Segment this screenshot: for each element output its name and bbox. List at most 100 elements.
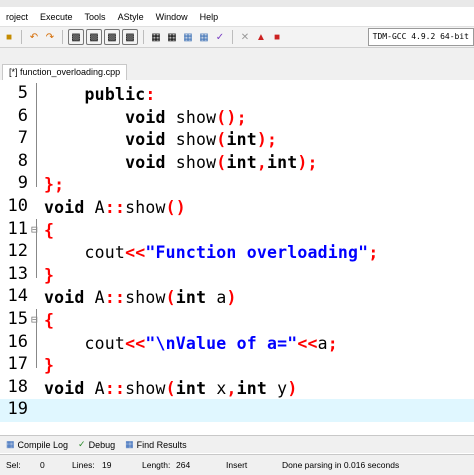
- code-token: show: [165, 130, 217, 150]
- code-text: void show(int);: [44, 130, 277, 149]
- tab-compile-log[interactable]: ▦ Compile Log: [6, 439, 68, 450]
- debug-icon[interactable]: ■: [270, 30, 284, 44]
- code-line[interactable]: 15 ⊟{: [0, 309, 474, 332]
- code-line[interactable]: 18 void A::show(int x,int y): [0, 377, 474, 400]
- bottom-panel-tabs: ▦ Compile Log ✓ Debug ▦ Find Results: [0, 435, 474, 453]
- code-line[interactable]: 6 void show();: [0, 106, 474, 129]
- compiler-select[interactable]: TDM-GCC 4.9.2 64-bit: [367, 28, 474, 46]
- tab-debug[interactable]: ✓ Debug: [78, 439, 115, 450]
- code-token: void: [125, 152, 166, 172]
- code-text: {: [44, 221, 54, 240]
- profile-icon[interactable]: ▲: [254, 30, 268, 44]
- menu-item-roject[interactable]: roject: [0, 12, 34, 22]
- editor-tab-bar: [*] function_overloading.cpp: [0, 62, 474, 81]
- code-token: (: [216, 130, 227, 150]
- code-token: void: [125, 107, 166, 127]
- code-token: <<: [125, 333, 146, 353]
- code-text: public:: [44, 85, 156, 104]
- line-number: 7: [17, 128, 28, 149]
- toolbar-gap: [0, 48, 474, 62]
- stop-icon[interactable]: ✕: [238, 30, 252, 44]
- tab-find-results[interactable]: ▦ Find Results: [125, 439, 187, 450]
- toolbar-separator: [232, 30, 233, 44]
- tab-function-overloading[interactable]: [*] function_overloading.cpp: [2, 64, 128, 81]
- code-text: {: [44, 311, 54, 330]
- code-token: int: [175, 288, 207, 308]
- toolbar: ■ ↶ ↷ ▩ ▩ ▩ ▩ ▦ ▦ ▦ ▦ ✓ ✕ ▲ ■ TDM-GCC 4.…: [0, 26, 474, 48]
- unindent-icon[interactable]: ▦: [165, 30, 179, 44]
- code-token: show: [125, 288, 166, 308]
- code-text: void show(int,int);: [44, 153, 318, 172]
- code-token: cout: [44, 333, 126, 353]
- code-token: ,: [226, 378, 237, 398]
- line-number: 12: [7, 241, 28, 262]
- code-token: <<: [125, 243, 146, 263]
- bookmark-icon[interactable]: ■: [2, 30, 16, 44]
- code-token: ::: [104, 378, 126, 398]
- undo-icon[interactable]: ↶: [27, 30, 41, 44]
- line-number: 14: [7, 286, 28, 307]
- code-text: void show();: [44, 108, 247, 127]
- code-token: <<: [297, 333, 318, 353]
- code-text: cout<<"\nValue of a="<<a;: [44, 334, 338, 353]
- code-token: y: [267, 378, 288, 398]
- code-line[interactable]: 9};: [0, 173, 474, 196]
- code-token: A: [84, 378, 105, 398]
- code-token: {: [44, 311, 55, 330]
- code-line[interactable]: 8 void show(int,int);: [0, 151, 474, 174]
- code-token: show: [125, 378, 166, 398]
- code-token: int: [226, 152, 257, 172]
- find-next-icon[interactable]: ▩: [104, 29, 120, 45]
- line-number: 19: [7, 399, 28, 420]
- menu-item-astyle[interactable]: AStyle: [112, 12, 150, 22]
- code-line[interactable]: 17}: [0, 354, 474, 377]
- code-line[interactable]: 7 void show(int);: [0, 128, 474, 151]
- goto-icon[interactable]: ▩: [122, 29, 138, 45]
- code-token: :: [145, 85, 156, 104]
- code-token: ();: [216, 107, 247, 127]
- status-length-label: Length:: [142, 460, 171, 470]
- code-line[interactable]: 5 public:: [0, 83, 474, 106]
- code-line[interactable]: 10 void A::show(): [0, 196, 474, 219]
- code-token: A: [84, 198, 105, 217]
- find-results-label: Find Results: [136, 439, 187, 450]
- status-sel-label: Sel:: [6, 460, 21, 470]
- menu-item-window[interactable]: Window: [150, 12, 194, 22]
- toolbar-separator: [62, 30, 63, 44]
- code-editor[interactable]: 5 public: 6 void show(); 7 void show(int);…: [0, 80, 474, 425]
- toolbar-separator: [143, 30, 144, 44]
- check-syntax-icon[interactable]: ✓: [213, 30, 227, 44]
- replace-icon[interactable]: ▩: [86, 29, 102, 45]
- code-line[interactable]: 14 void A::show(int a): [0, 286, 474, 309]
- code-text: };: [44, 175, 64, 194]
- code-line[interactable]: 19: [0, 399, 474, 422]
- find-icon[interactable]: ▩: [68, 29, 84, 45]
- code-token: ::: [104, 288, 126, 308]
- code-token: "\nValue of a=": [145, 333, 298, 353]
- menu-bar: roject Execute Tools AStyle Window Help: [0, 7, 474, 26]
- menu-item-help[interactable]: Help: [194, 12, 225, 22]
- code-token: void: [44, 288, 85, 308]
- code-token: show: [165, 107, 217, 127]
- redo-icon[interactable]: ↷: [43, 30, 57, 44]
- title-bar: [0, 0, 474, 7]
- code-line[interactable]: 12 cout<<"Function overloading";: [0, 241, 474, 264]
- fold-guide: [36, 218, 37, 278]
- code-line[interactable]: 13}: [0, 264, 474, 287]
- grid-icon[interactable]: ▦: [181, 30, 195, 44]
- code-token: void: [44, 378, 85, 398]
- code-token: ;: [327, 333, 338, 353]
- code-line[interactable]: 11 ⊟{: [0, 219, 474, 242]
- rebuild-icon[interactable]: ▦: [197, 30, 211, 44]
- code-line[interactable]: 16 cout<<"\nValue of a="<<a;: [0, 332, 474, 355]
- code-token: );: [297, 152, 318, 172]
- menu-item-execute[interactable]: Execute: [34, 12, 79, 22]
- status-sel-value: 0: [40, 460, 45, 470]
- indent-icon[interactable]: ▦: [149, 30, 163, 44]
- code-token: (): [165, 198, 186, 217]
- menu-item-tools[interactable]: Tools: [79, 12, 112, 22]
- code-token: show: [125, 198, 166, 217]
- line-number: 9: [17, 173, 28, 194]
